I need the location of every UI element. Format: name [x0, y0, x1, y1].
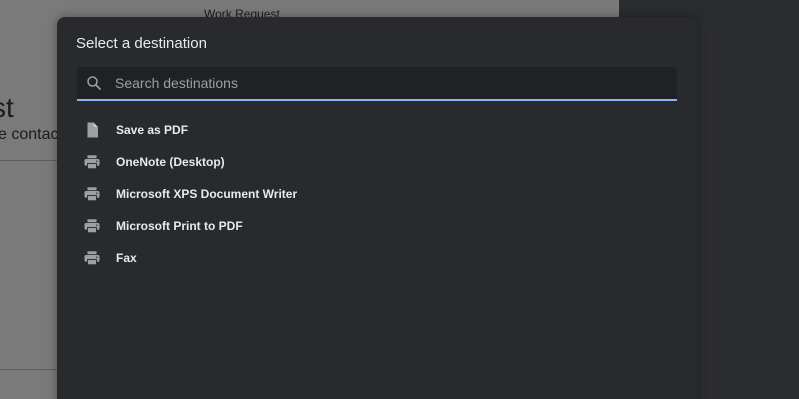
background-subtext: e contac: [0, 126, 59, 143]
destination-item-microsoft-xps-document-writer[interactable]: Microsoft XPS Document Writer: [76, 178, 676, 210]
search-destinations-input[interactable]: [115, 67, 655, 99]
destination-list: Save as PDF OneNote (Desktop) Microsoft …: [76, 114, 676, 274]
select-destination-dialog: Select a destination Save as PDF OneNote…: [57, 17, 697, 399]
destination-label: OneNote (Desktop): [116, 155, 225, 169]
destination-label: Save as PDF: [116, 123, 189, 137]
search-box[interactable]: [77, 67, 677, 101]
printer-icon: [84, 251, 100, 266]
printer-icon: [84, 155, 100, 170]
destination-item-fax[interactable]: Fax: [76, 242, 676, 274]
destination-label: Microsoft XPS Document Writer: [116, 187, 298, 201]
dialog-title: Select a destination: [76, 35, 207, 52]
background-divider: [0, 369, 58, 370]
background-divider: [0, 160, 58, 161]
destination-item-microsoft-print-to-pdf[interactable]: Microsoft Print to PDF: [76, 210, 676, 242]
destination-label: Microsoft Print to PDF: [116, 219, 243, 233]
search-icon: [87, 76, 101, 90]
printer-icon: [84, 219, 100, 234]
background-heading: st: [0, 92, 14, 123]
destination-label: Fax: [116, 251, 137, 265]
destination-item-save-as-pdf[interactable]: Save as PDF: [76, 114, 676, 146]
file-icon: [87, 122, 98, 138]
printer-icon: [84, 187, 100, 202]
destination-item-onenote-desktop[interactable]: OneNote (Desktop): [76, 146, 676, 178]
